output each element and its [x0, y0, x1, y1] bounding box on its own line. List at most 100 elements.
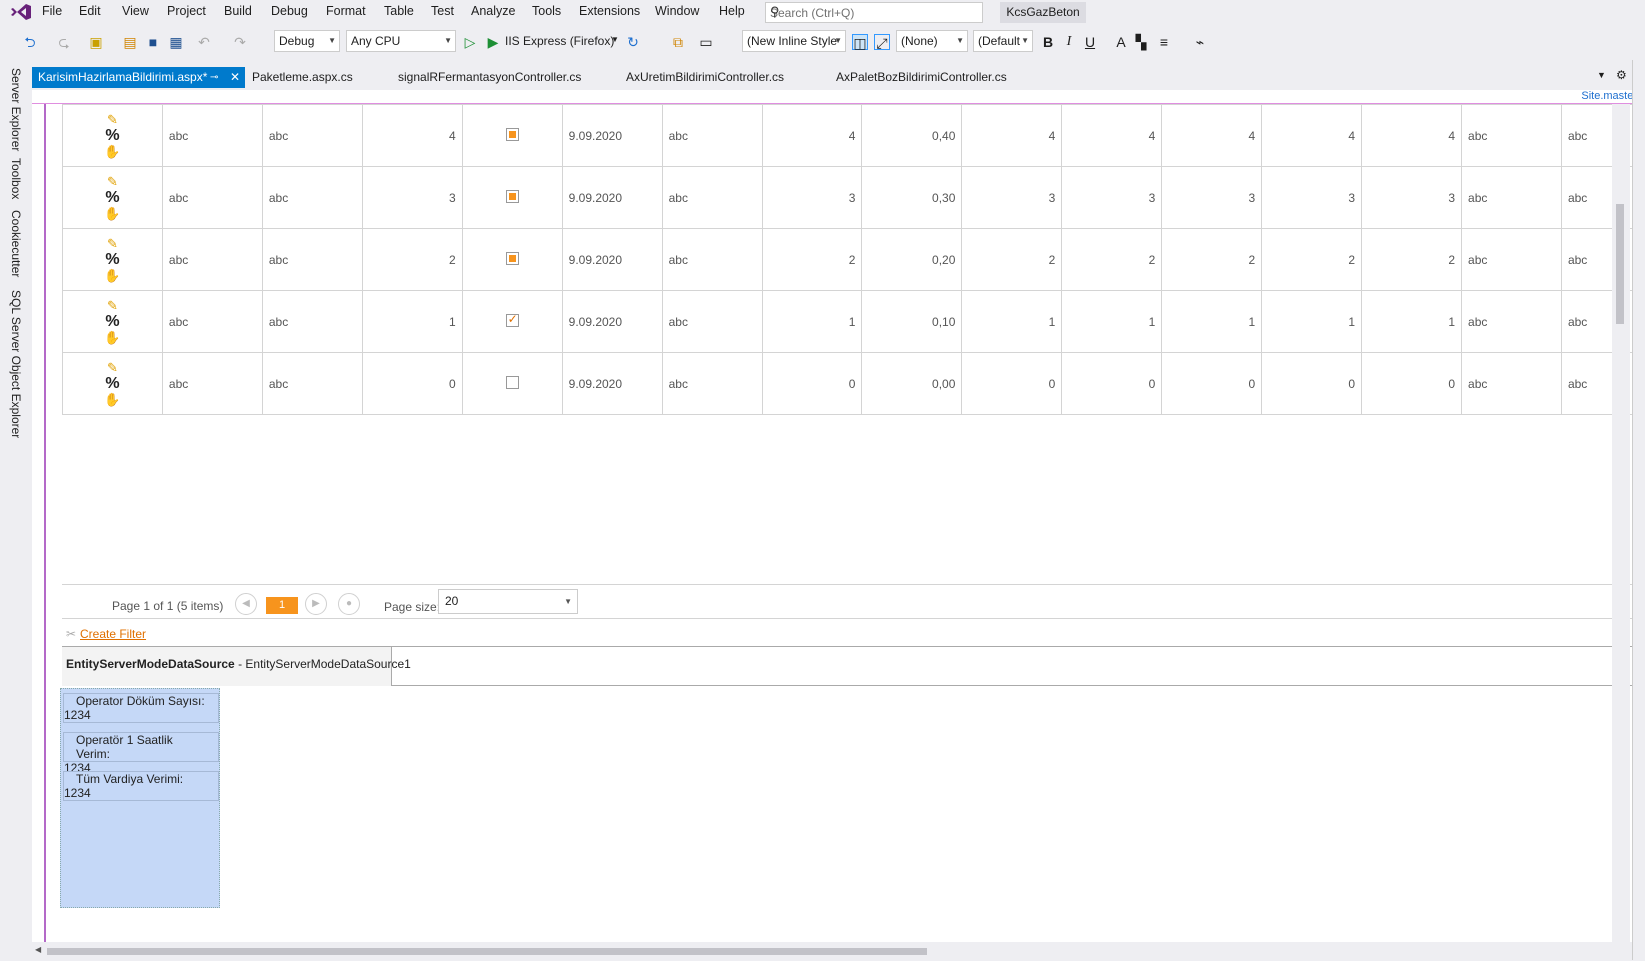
menu-table[interactable]: Table — [384, 4, 414, 18]
site-master-link[interactable]: Site.master — [1581, 90, 1637, 102]
forward-icon[interactable]: ⮎ — [56, 34, 72, 50]
menu-edit[interactable]: Edit — [79, 4, 101, 18]
back-icon[interactable]: ⮌ — [22, 34, 38, 50]
hand-icon[interactable]: ✋ — [69, 392, 156, 408]
menu-build[interactable]: Build — [224, 4, 252, 18]
page-size-select[interactable]: 20 ▼ — [438, 589, 578, 614]
page-number-current[interactable]: 1 — [266, 597, 298, 614]
edit-icon[interactable]: ✎ — [69, 236, 156, 252]
start-without-debug-icon[interactable]: ▷ — [462, 34, 478, 50]
menu-format[interactable]: Format — [326, 4, 366, 18]
scroll-left-icon[interactable]: ◀ — [35, 945, 41, 954]
tab-paketleme[interactable]: Paketleme.aspx.cs — [246, 67, 359, 88]
gear-icon[interactable]: ⚙ — [1616, 68, 1627, 82]
pin-icon[interactable]: ⊸ — [210, 67, 218, 88]
undo-icon[interactable]: ↶ — [196, 34, 212, 50]
class-select[interactable]: (None) ▼ — [896, 30, 968, 52]
vertical-scrollbar[interactable] — [1612, 104, 1630, 944]
tab-ax-uretim-bildirimi[interactable]: AxUretimBildirimiController.cs — [620, 67, 790, 88]
hand-icon[interactable]: ✋ — [69, 330, 156, 346]
percent-icon[interactable]: % — [69, 251, 156, 268]
checkbox-cell[interactable] — [461, 104, 563, 167]
row-checkbox[interactable] — [505, 251, 519, 265]
tab-overflow-icon[interactable]: ▼ — [1597, 70, 1606, 80]
percent-icon[interactable]: % — [69, 127, 156, 144]
checkbox-cell[interactable] — [461, 352, 563, 415]
menu-help[interactable]: Help — [719, 4, 745, 18]
align-icon[interactable]: ≡ — [1156, 34, 1172, 50]
tab-ax-palet-boz-bildirimi[interactable]: AxPaletBozBildirimiController.cs — [830, 67, 1013, 88]
side-tab-cookiecutter[interactable]: Cookiecutter — [9, 210, 23, 277]
side-tab-sql-server-object-explorer[interactable]: SQL Server Object Explorer — [9, 290, 23, 438]
underline-button[interactable]: U — [1082, 34, 1098, 50]
tab-karisim[interactable]: KarisimHazirlamaBildirimi.aspx* ⊸ ✕ — [32, 67, 245, 88]
stats-panel[interactable]: Operator Döküm Sayısı: 1234 Operatör 1 S… — [60, 688, 220, 908]
table-row[interactable]: ✎% ✋ abc abc 2 9.09.2020 abc 2 0,20 2 2 2 2 2 abc abc — [62, 228, 1642, 291]
edit-icon[interactable]: ✎ — [69, 298, 156, 314]
show-overlay-icon[interactable]: ◫ — [852, 34, 868, 51]
background-color-icon[interactable]: ▚ — [1133, 34, 1149, 50]
menu-debug[interactable]: Debug — [271, 4, 308, 18]
font-color-icon[interactable]: A — [1113, 34, 1129, 50]
menu-analyze[interactable]: Analyze — [471, 4, 515, 18]
horizontal-scrollbar[interactable]: ◀ — [32, 942, 1612, 960]
table-row[interactable]: ✎%✋abcabc19.09.2020abc10,1011111abcabc — [62, 290, 1642, 353]
table-row[interactable]: ✎% ✋ abc abc 0 9.09.2020 abc 0 0,00 0 0 0 0 0 abc abc — [62, 352, 1642, 415]
percent-icon[interactable]: % — [69, 189, 156, 206]
snap-icon[interactable]: ⤢ — [874, 34, 890, 51]
next-page-button[interactable]: ▶ — [305, 593, 327, 615]
save-all-icon[interactable]: ▦ — [168, 34, 184, 50]
menu-test[interactable]: Test — [431, 4, 454, 18]
design-view-icon[interactable]: ▭ — [698, 34, 714, 50]
hand-icon[interactable]: ✋ — [69, 206, 156, 222]
platform-select[interactable]: Any CPU ▼ — [346, 30, 456, 52]
checkbox-cell[interactable] — [461, 228, 563, 291]
new-project-icon[interactable]: ▣ — [88, 34, 104, 50]
menu-view[interactable]: View — [122, 4, 149, 18]
menu-window[interactable]: Window — [655, 4, 699, 18]
checkbox-cell[interactable] — [461, 290, 563, 353]
start-icon[interactable]: ▶ — [485, 34, 501, 50]
edit-icon[interactable]: ✎ — [69, 360, 156, 376]
italic-button[interactable]: I — [1061, 34, 1077, 50]
run-target-label[interactable]: IIS Express (Firefox) — [505, 34, 614, 48]
bullets-icon[interactable]: ⌁ — [1192, 34, 1208, 50]
search-input[interactable]: Search (Ctrl+Q) ⚲ — [765, 2, 983, 23]
vertical-scrollbar-thumb[interactable] — [1616, 204, 1624, 324]
percent-icon[interactable]: % — [69, 375, 156, 392]
prev-page-button[interactable]: ◀ — [235, 593, 257, 615]
chevron-down-icon[interactable]: ▼ — [611, 35, 619, 44]
edit-icon[interactable]: ✎ — [69, 112, 156, 128]
style-select[interactable]: (New Inline Style ▼ — [742, 30, 846, 52]
last-page-button[interactable]: ● — [338, 593, 360, 615]
redo-icon[interactable]: ↷ — [232, 34, 248, 50]
table-row[interactable]: ✎% ✋ abc abc 3 9.09.2020 abc 3 0,30 3 3 3 3 3 abc abc — [62, 166, 1642, 229]
open-folder-icon[interactable]: ▤ — [122, 34, 138, 50]
create-filter-link[interactable]: Create Filter — [80, 627, 146, 641]
percent-icon[interactable]: % — [69, 313, 156, 330]
menu-project[interactable]: Project — [167, 4, 206, 18]
menu-tools[interactable]: Tools — [532, 4, 561, 18]
menu-file[interactable]: File — [42, 4, 62, 18]
font-select[interactable]: (Default ▼ — [973, 30, 1033, 52]
edit-icon[interactable]: ✎ — [69, 174, 156, 190]
horizontal-scrollbar-thumb[interactable] — [47, 948, 927, 955]
visual-studio-logo[interactable] — [10, 3, 32, 21]
close-icon[interactable]: ✕ — [230, 67, 240, 88]
row-checkbox[interactable] — [505, 375, 519, 389]
side-tab-toolbox[interactable]: Toolbox — [9, 158, 23, 199]
row-checkbox[interactable] — [505, 127, 519, 141]
save-icon[interactable]: ■ — [145, 34, 161, 50]
bold-button[interactable]: B — [1040, 34, 1056, 50]
row-checkbox[interactable] — [505, 189, 519, 203]
menu-extensions[interactable]: Extensions — [579, 4, 640, 18]
browser-link-icon[interactable]: ⧉ — [670, 34, 686, 50]
refresh-icon[interactable]: ↻ — [625, 34, 641, 50]
checkbox-cell[interactable] — [461, 166, 563, 229]
row-checkbox[interactable] — [505, 312, 519, 327]
datasource-control[interactable]: EntityServerModeDataSource - EntityServe… — [62, 647, 411, 686]
hand-icon[interactable]: ✋ — [69, 144, 156, 160]
tab-signalr-fermantasyon[interactable]: signalRFermantasyonController.cs — [392, 67, 587, 88]
side-tab-server-explorer[interactable]: Server Explorer — [9, 68, 23, 151]
hand-icon[interactable]: ✋ — [69, 268, 156, 284]
